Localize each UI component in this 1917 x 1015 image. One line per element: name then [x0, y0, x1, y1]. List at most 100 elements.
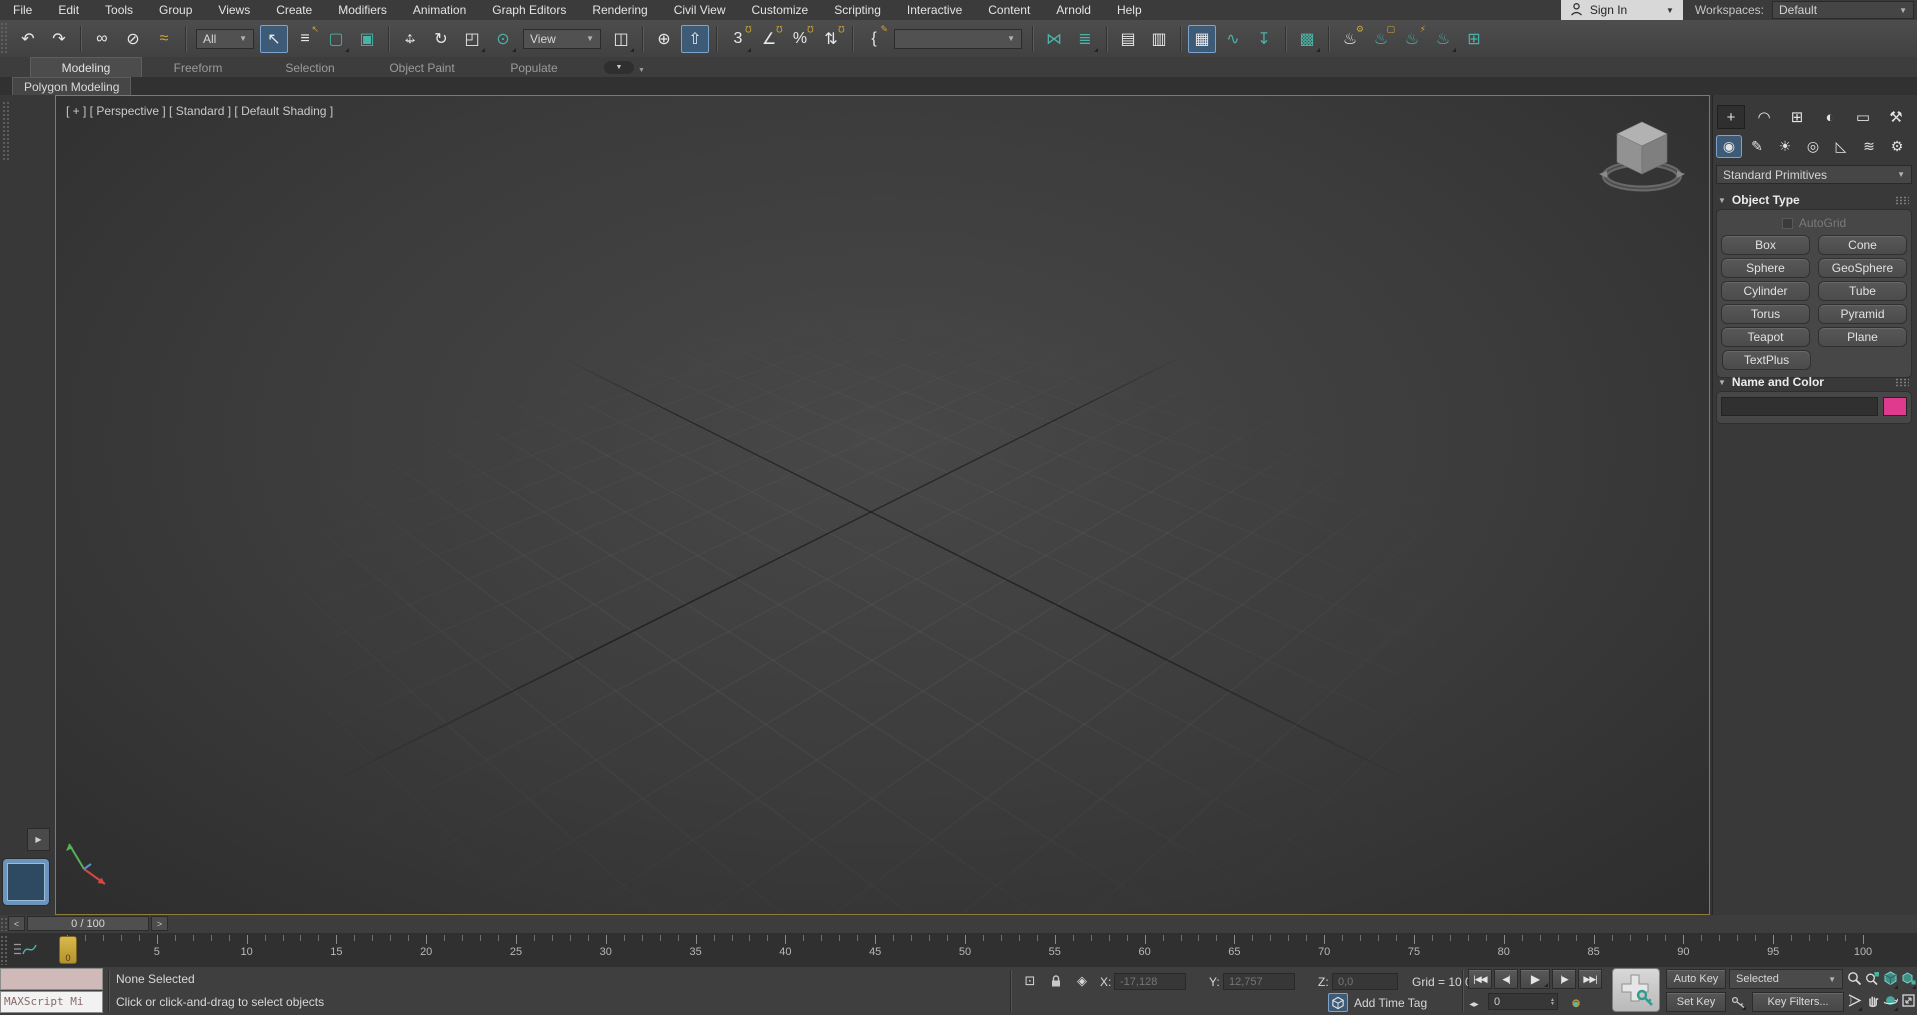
textplus-button[interactable]: TextPlus — [1722, 350, 1811, 370]
current-frame-field[interactable]: 0 ▲▼ — [1488, 993, 1558, 1010]
subcategory-dropdown[interactable]: Standard Primitives ▼ — [1716, 165, 1912, 184]
key-mode-toggle[interactable]: ◀▶ — [1464, 994, 1484, 1014]
viewport-layout-tab-active[interactable] — [3, 859, 49, 905]
orbit-button[interactable] — [1882, 991, 1899, 1012]
motion-tab[interactable]: ◐ — [1816, 105, 1844, 129]
create-tab[interactable]: + — [1717, 105, 1745, 129]
space-warps-category-button[interactable]: ≋ — [1856, 135, 1882, 158]
menu-civil-view[interactable]: Civil View — [661, 0, 739, 20]
select-object-button[interactable]: ↖ — [260, 25, 288, 53]
viewport-label-menus[interactable]: [ + ] [ Perspective ] [ Standard ] [ Def… — [66, 104, 333, 118]
sphere-button[interactable]: Sphere — [1721, 258, 1810, 278]
transform-type-in-button[interactable]: ◈ — [1072, 971, 1092, 991]
timeline-ruler[interactable]: 0510152025303540455055606570758085909510… — [0, 933, 1917, 968]
z-coordinate-field[interactable]: 0,0 — [1332, 973, 1398, 990]
select-and-move-button[interactable]: ↔↕ — [396, 25, 424, 53]
align-button[interactable]: ≣ — [1071, 25, 1099, 53]
name-color-header[interactable]: ▼ Name and Color — [1716, 373, 1912, 391]
y-coordinate-field[interactable]: 12,757 — [1223, 973, 1295, 990]
menu-help[interactable]: Help — [1104, 0, 1155, 20]
selection-set-dropdown[interactable]: Selected ▼ — [1729, 969, 1843, 989]
ribbon-tab-object-paint[interactable]: Object Paint — [366, 58, 478, 77]
add-time-tag-label[interactable]: Add Time Tag — [1354, 996, 1427, 1010]
menu-rendering[interactable]: Rendering — [579, 0, 660, 20]
menu-scripting[interactable]: Scripting — [821, 0, 894, 20]
polygon-modeling-panel-tab[interactable]: Polygon Modeling — [12, 77, 131, 95]
helpers-category-button[interactable]: ◺ — [1828, 135, 1854, 158]
set-keys-button[interactable] — [1612, 968, 1660, 1012]
toggle-ribbon-button[interactable]: ▦ — [1188, 25, 1216, 53]
schematic-view-button[interactable]: ↧ — [1250, 25, 1278, 53]
teapot-button[interactable]: Teapot — [1721, 327, 1810, 347]
ribbon-options-arrow[interactable]: ▼ — [638, 67, 645, 74]
select-and-rotate-button[interactable]: ↻ — [427, 25, 455, 53]
key-filters-icon[interactable] — [1729, 993, 1747, 1011]
maximize-viewport-toggle-button[interactable] — [1900, 991, 1917, 1012]
use-pivot-point-center-button[interactable]: ◫ — [607, 25, 635, 53]
utilities-tab[interactable]: ⚒ — [1882, 105, 1910, 129]
menu-modifiers[interactable]: Modifiers — [325, 0, 400, 20]
tube-button[interactable]: Tube — [1818, 281, 1907, 301]
go-to-start-button[interactable]: |◀◀ — [1468, 969, 1492, 989]
geometry-category-button[interactable]: ◉ — [1716, 135, 1742, 158]
viewcube[interactable] — [1587, 110, 1697, 208]
hierarchy-tab[interactable]: ⊞ — [1783, 105, 1811, 129]
select-and-link-button[interactable]: ∞ — [88, 25, 116, 53]
menu-customize[interactable]: Customize — [739, 0, 822, 20]
edit-named-selection-sets-button[interactable]: {✎ — [860, 25, 888, 53]
keyboard-shortcut-override-toggle-button[interactable]: ⇧ — [681, 25, 709, 53]
spinner-arrows-icon[interactable]: ▲▼ — [1550, 998, 1557, 1006]
mirror-button[interactable]: ⋈ — [1040, 25, 1068, 53]
set-key-button[interactable]: Set Key — [1666, 992, 1726, 1012]
toggle-scene-explorer-button[interactable]: ▤ — [1114, 25, 1142, 53]
toggle-layer-explorer-button[interactable]: ▥ — [1145, 25, 1173, 53]
menu-interactive[interactable]: Interactive — [894, 0, 975, 20]
ribbon-tab-selection[interactable]: Selection — [254, 58, 366, 77]
menu-edit[interactable]: Edit — [45, 0, 92, 20]
ribbon-tab-populate[interactable]: Populate — [478, 58, 590, 77]
time-configuration-button[interactable]: ●⚙ — [1566, 993, 1586, 1013]
select-and-uniform-scale-button[interactable]: ◰ — [458, 25, 486, 53]
curve-editor-button[interactable]: ∿ — [1219, 25, 1247, 53]
ribbon-tab-freeform[interactable]: Freeform — [142, 58, 254, 77]
window-crossing-toggle-button[interactable]: ▣ — [353, 25, 381, 53]
previous-frame-button[interactable]: ◀| — [1494, 969, 1518, 989]
material-editor-button[interactable]: ▩ — [1293, 25, 1321, 53]
render-gallery-button[interactable]: ⊞ — [1460, 25, 1488, 53]
rectangular-selection-region-button[interactable]: ▢ — [322, 25, 350, 53]
spinner-snap-toggle-button[interactable]: ⇅Ω — [817, 25, 845, 53]
pyramid-button[interactable]: Pyramid — [1818, 304, 1907, 324]
go-to-end-button[interactable]: ▶▶| — [1578, 969, 1602, 989]
angle-snap-toggle-button[interactable]: ∠Ω — [755, 25, 783, 53]
undo-button[interactable]: ↶ — [14, 25, 42, 53]
menu-group[interactable]: Group — [146, 0, 205, 20]
select-by-name-button[interactable]: ≡↖ — [291, 25, 319, 53]
shapes-category-button[interactable]: ✎ — [1744, 135, 1770, 158]
cone-button[interactable]: Cone — [1818, 235, 1907, 255]
reference-coordinate-system-dropdown[interactable]: View▼ — [523, 29, 601, 49]
play-button[interactable]: ▶ — [1520, 969, 1550, 989]
menu-content[interactable]: Content — [975, 0, 1043, 20]
maxscript-mini-listener[interactable]: MAXScript Mi — [0, 991, 103, 1013]
zoom-all-button[interactable] — [1864, 969, 1881, 990]
render-in-cloud-button[interactable]: ♨⚡ — [1398, 25, 1426, 53]
cameras-category-button[interactable]: ◎ — [1800, 135, 1826, 158]
time-slider[interactable]: 0 — [59, 936, 77, 964]
bind-to-space-warp-button[interactable]: ≈ — [150, 25, 178, 53]
snaps-toggle-3d-button[interactable]: 3Ω — [724, 25, 752, 53]
ribbon-minimize-button[interactable]: ▼ — [604, 61, 634, 74]
next-frame-button[interactable]: |▶ — [1552, 969, 1576, 989]
menu-create[interactable]: Create — [263, 0, 325, 20]
object-color-swatch[interactable] — [1883, 397, 1907, 416]
modify-tab[interactable]: ◠ — [1750, 105, 1778, 129]
zoom-extents-button[interactable] — [1882, 969, 1899, 990]
macro-recorder-field[interactable] — [0, 968, 103, 990]
cylinder-button[interactable]: Cylinder — [1721, 281, 1810, 301]
ribbon-tab-modeling[interactable]: Modeling — [30, 57, 142, 77]
plane-button[interactable]: Plane — [1818, 327, 1907, 347]
percent-snap-toggle-button[interactable]: %Ω — [786, 25, 814, 53]
key-filters-button[interactable]: Key Filters... — [1752, 992, 1844, 1012]
unlink-selection-button[interactable]: ⊘ — [119, 25, 147, 53]
perspective-viewport[interactable]: [ + ] [ Perspective ] [ Standard ] [ Def… — [55, 95, 1710, 915]
mini-curve-editor-button[interactable] — [12, 941, 38, 961]
